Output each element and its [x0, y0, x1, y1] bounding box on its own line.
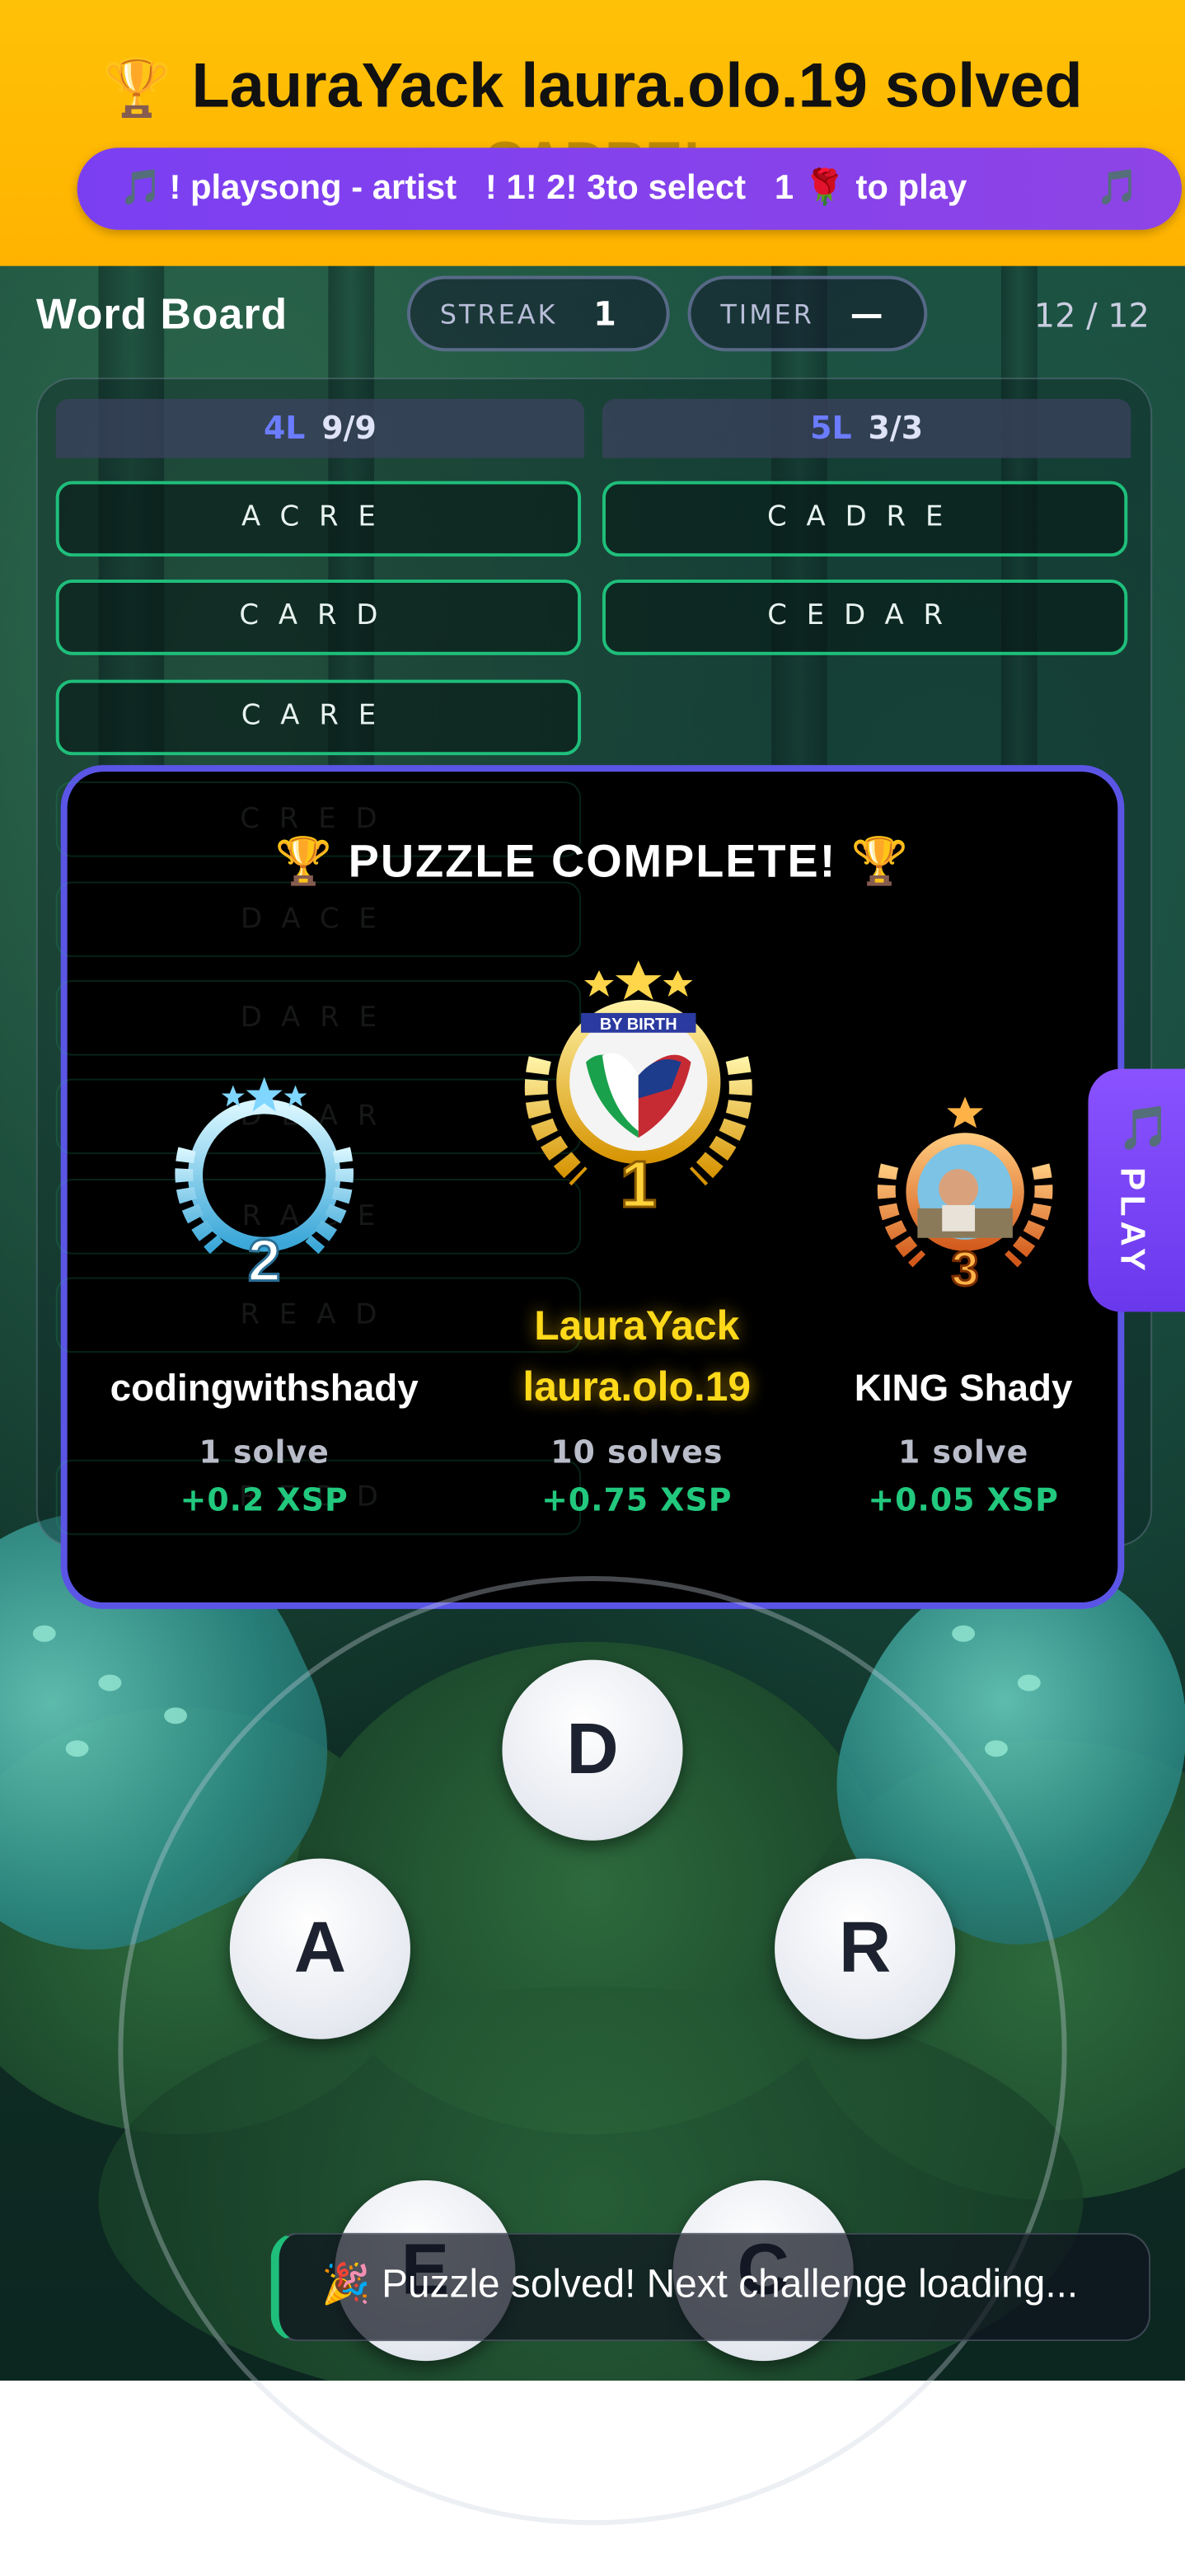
- third-place-laurel-badge: 3: [877, 1096, 1053, 1297]
- length-label: 4L: [263, 410, 306, 447]
- svg-text:2: 2: [248, 1228, 281, 1294]
- third-place-name: KING Shady: [854, 1366, 1073, 1409]
- playsong-instructions: ! playsong - artist ! 1! 2! 3to select 1…: [169, 169, 967, 207]
- page-title: Word Board: [35, 289, 288, 339]
- music-note-icon: 🎵: [1096, 169, 1140, 207]
- mushroom-spot: [985, 1740, 1008, 1757]
- second-place-name: codingwithshady: [110, 1366, 419, 1409]
- word-tile: CADRE: [602, 481, 1128, 557]
- word-tile: CARD: [55, 579, 582, 655]
- word-tile: CEDAR: [602, 579, 1128, 655]
- modal-title: 🏆 PUZZLE COMPLETE! 🏆: [274, 835, 911, 887]
- timer-pill: TIMER —: [687, 275, 928, 352]
- app-stage: CADRE! 🏆LauraYack laura.olo.19 solved 🎵 …: [0, 0, 1185, 2565]
- third-place-solves: 1 solve: [897, 1434, 1029, 1471]
- column-count: 3/3: [868, 410, 924, 447]
- banner-title: 🏆 LauraYack laura.olo.19 solved: [0, 53, 1185, 124]
- mushroom-spot: [32, 1625, 56, 1642]
- badge-text: BY BIRTH: [600, 1016, 677, 1034]
- play-side-tab[interactable]: 🎵 PLAY: [1088, 1068, 1185, 1312]
- length-label: 5L: [810, 410, 852, 447]
- second-place-xsp: +0.2 XSP: [180, 1482, 349, 1519]
- first-place-name: LauraYack laura.olo.19: [465, 1297, 809, 1418]
- third-place-xsp: +0.05 XSP: [868, 1482, 1059, 1519]
- mushroom-spot: [65, 1740, 89, 1757]
- letter-tile-r[interactable]: R: [775, 1858, 956, 2039]
- first-place-xsp: +0.75 XSP: [541, 1482, 733, 1519]
- second-place-solves: 1 solve: [199, 1434, 330, 1471]
- timer-value: —: [850, 293, 883, 334]
- word-tile: ACRE: [55, 481, 582, 557]
- letter-tile-a[interactable]: A: [229, 1858, 410, 2039]
- first-place-solves: 10 solves: [550, 1434, 724, 1471]
- puzzle-solved-toast: 🎉 Puzzle solved! Next challenge loading.…: [270, 2232, 1151, 2342]
- word-tile-behind: DACE: [55, 881, 582, 958]
- column-header-5l: 5L 3/3: [602, 398, 1131, 458]
- mushroom-spot: [1017, 1674, 1041, 1692]
- column-header-4l: 4L 9/9: [55, 398, 585, 458]
- streak-pill: STREAK 1: [406, 275, 670, 352]
- timer-label: TIMER: [720, 298, 814, 330]
- mushroom-spot: [164, 1707, 188, 1724]
- music-note-icon: 🎵: [1117, 1105, 1171, 1155]
- mushroom-spot: [98, 1674, 122, 1692]
- music-note-icon: 🎵: [119, 169, 163, 207]
- first-place-laurel-badge: BY BIRTH 1: [524, 960, 752, 1222]
- words-found-count: 12 / 12: [1033, 295, 1150, 335]
- first-place-name-line: LauraYack: [534, 1303, 740, 1350]
- second-place-laurel-badge: 2: [175, 1077, 354, 1295]
- streak-value: 1: [593, 293, 616, 334]
- first-place-name-line: laura.olo.19: [522, 1364, 752, 1410]
- letter-tile-d[interactable]: D: [502, 1659, 683, 1841]
- svg-text:1: 1: [621, 1147, 657, 1221]
- svg-text:3: 3: [952, 1241, 979, 1297]
- banner-title-text: LauraYack laura.olo.19 solved: [191, 52, 1083, 122]
- trophy-icon: 🏆: [102, 57, 172, 120]
- play-tab-label: PLAY: [1112, 1167, 1151, 1276]
- mushroom-spot: [952, 1625, 976, 1642]
- column-count: 9/9: [321, 410, 377, 447]
- word-tile: CARE: [55, 679, 582, 756]
- playsong-bar[interactable]: 🎵 ! playsong - artist ! 1! 2! 3to select…: [77, 148, 1183, 230]
- word-tile-behind: DARE: [55, 980, 582, 1056]
- streak-label: STREAK: [439, 298, 558, 330]
